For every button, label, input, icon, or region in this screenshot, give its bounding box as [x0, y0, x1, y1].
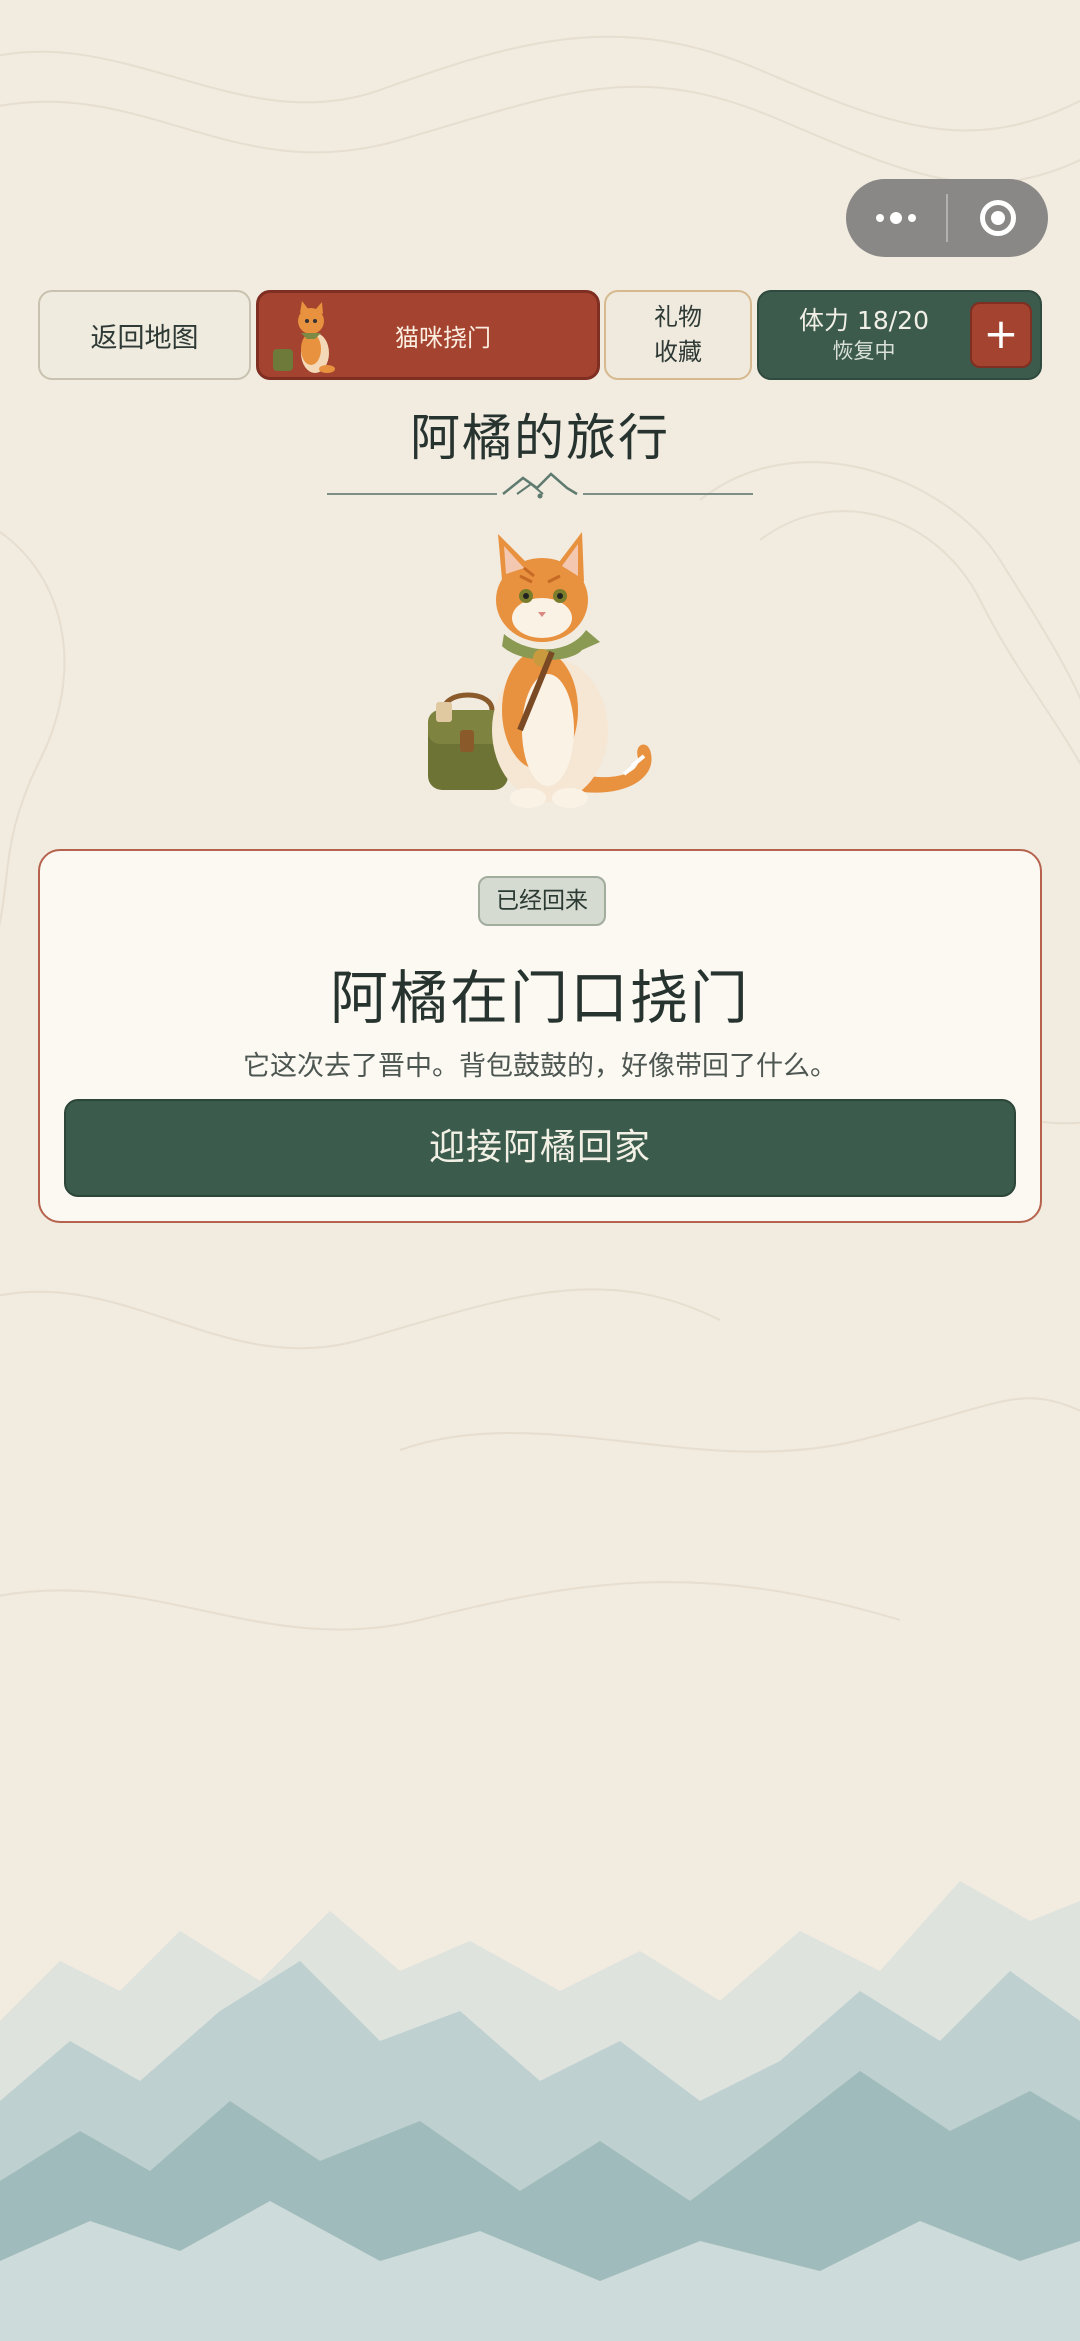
- mountain-landscape: [0, 1881, 1080, 2341]
- cat-with-backpack-illustration: [428, 532, 652, 808]
- cat-thumbnail-icon: [273, 301, 335, 373]
- miniprogram-capsule: [846, 179, 1048, 257]
- add-stamina-button[interactable]: +: [970, 302, 1032, 368]
- plus-icon: +: [983, 309, 1019, 358]
- target-circle-icon: [980, 200, 1016, 236]
- more-menu-button[interactable]: [846, 179, 946, 257]
- page-title: 阿橘的旅行: [410, 409, 670, 467]
- cat-scratching-tab[interactable]: 猫咪挠门: [256, 290, 600, 380]
- cat-return-card: 已经回来 阿橘在门口挠门 它这次去了晋中。背包鼓鼓的，好像带回了什么。 迎接阿橘…: [38, 849, 1042, 1223]
- cat-scratching-label: 猫咪挠门: [395, 323, 491, 352]
- back-to-map-button[interactable]: 返回地图: [38, 290, 251, 380]
- status-badge: 已经回来: [478, 876, 606, 926]
- card-title: 阿橘在门口挠门: [329, 964, 750, 1032]
- card-description: 它这次去了晋中。背包鼓鼓的，好像带回了什么。: [243, 1051, 837, 1082]
- mountain-ornament-icon: [327, 472, 753, 499]
- close-miniprogram-button[interactable]: [948, 179, 1048, 257]
- stamina-status: 恢复中: [832, 339, 896, 363]
- welcome-cat-home-button[interactable]: 迎接阿橘回家: [64, 1099, 1016, 1197]
- gift-label-line1: 礼物: [654, 303, 702, 331]
- stamina-value: 体力 18/20: [799, 306, 929, 335]
- gift-collection-button[interactable]: 礼物 收藏: [604, 290, 752, 380]
- stamina-panel: 体力 18/20 恢复中 +: [757, 290, 1042, 380]
- more-dots-icon: [876, 212, 916, 224]
- gift-label-line2: 收藏: [654, 338, 702, 366]
- back-to-map-label: 返回地图: [90, 322, 199, 354]
